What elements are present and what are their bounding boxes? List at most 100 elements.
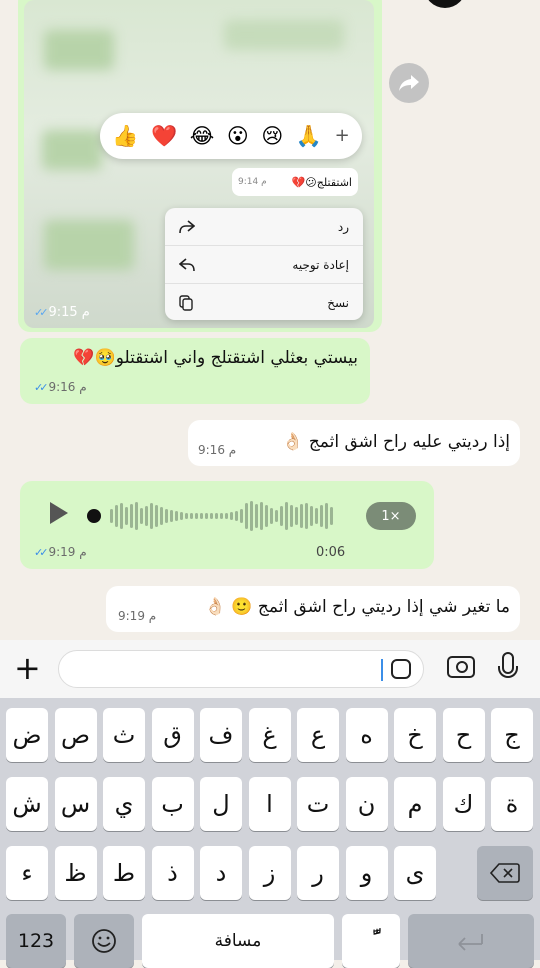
quoted-time: 9:14 م <box>238 177 267 187</box>
waveform-bar <box>245 503 248 529</box>
return-icon <box>458 934 483 951</box>
key-1-6[interactable]: ع <box>297 708 339 762</box>
key-2-4[interactable]: ل <box>200 777 242 831</box>
quoted-message[interactable]: 9:14 م اشتقتلج😕💔 <box>232 168 358 196</box>
key-3-8[interactable]: ى <box>394 846 436 900</box>
waveform-bar <box>160 507 163 525</box>
attach-plus-icon[interactable]: + <box>14 652 41 684</box>
key-3-7[interactable]: و <box>345 846 388 900</box>
forward-button[interactable] <box>389 63 429 103</box>
key-2-10[interactable]: ة <box>491 777 533 831</box>
backspace-key[interactable] <box>477 846 533 900</box>
waveform-bar <box>285 502 288 530</box>
key-1-3[interactable]: ق <box>151 708 194 762</box>
key-2-6[interactable]: ت <box>297 777 339 831</box>
reaction-thumbs-up[interactable]: 👍 <box>112 125 138 147</box>
key-3-0[interactable]: ء <box>6 846 48 900</box>
key-1-4[interactable]: ف <box>200 708 242 762</box>
keyboard: 123 مسافة ًّ ضصثقفغعهخحجشسيبلاتنمكةءظطذد… <box>0 698 540 968</box>
play-icon[interactable] <box>50 502 68 524</box>
waveform-bar <box>330 507 333 525</box>
reaction-heart[interactable]: ❤️ <box>151 125 177 147</box>
reaction-sad[interactable]: 😢 <box>261 125 283 147</box>
key-1-0[interactable]: ض <box>6 708 48 762</box>
waveform-bar <box>280 506 283 526</box>
text-caret <box>381 659 383 681</box>
waveform-bar <box>290 505 293 527</box>
waveform-bar <box>190 513 193 519</box>
key-2-2[interactable]: ي <box>103 777 145 831</box>
waveform-bar <box>305 503 308 529</box>
key-1-1[interactable]: ص <box>54 708 97 762</box>
key-1-9[interactable]: ح <box>442 708 485 762</box>
waveform-bar <box>125 507 128 525</box>
reaction-surprised[interactable]: 😮 <box>227 125 249 147</box>
waveform-bar <box>220 513 223 519</box>
message-input[interactable] <box>58 650 424 688</box>
key-1-2[interactable]: ث <box>103 708 145 762</box>
waveform-bar <box>270 508 273 524</box>
key-2-3[interactable]: ب <box>151 777 194 831</box>
menu-item-forward[interactable]: إعادة توجيه <box>165 246 363 284</box>
key-2-7[interactable]: ن <box>345 777 388 831</box>
waveform-bar <box>140 508 143 524</box>
menu-item-copy[interactable]: نسخ <box>165 284 363 320</box>
waveform-bar <box>135 502 138 530</box>
key-1-8[interactable]: خ <box>394 708 436 762</box>
quoted-text: اشتقتلج😕💔 <box>291 175 352 189</box>
key-2-0[interactable]: ش <box>6 777 48 831</box>
key-1-10[interactable]: ج <box>491 708 533 762</box>
forward-icon <box>399 75 419 91</box>
waveform-bar <box>315 508 318 524</box>
menu-item-label: إعادة توجيه <box>292 257 349 272</box>
waveform-bar <box>155 505 158 527</box>
time-label: 9:16 م <box>48 380 87 394</box>
key-3-5[interactable]: ز <box>248 846 291 900</box>
waveform-bar <box>120 503 123 529</box>
image-message-time: ✓✓ 9:15 م <box>34 305 90 320</box>
waveform-bar <box>115 505 118 527</box>
key-3-6[interactable]: ر <box>297 846 339 900</box>
key-2-1[interactable]: س <box>54 777 97 831</box>
key-3-1[interactable]: ظ <box>54 846 97 900</box>
reaction-pray[interactable]: 🙏 <box>296 125 322 147</box>
menu-item-label: نسخ <box>327 295 349 310</box>
waveform[interactable] <box>110 499 360 533</box>
waveform-bar <box>185 513 188 519</box>
waveform-bar <box>145 506 148 526</box>
reply-icon <box>179 219 195 233</box>
context-menu: رد إعادة توجيه نسخ <box>165 208 363 320</box>
message-time: 9:16 م <box>198 443 237 457</box>
key-1-7[interactable]: ه <box>345 708 388 762</box>
waveform-bar <box>275 510 278 522</box>
key-3-2[interactable]: ط <box>103 846 145 900</box>
waveform-bar <box>265 505 268 527</box>
more-reactions-button[interactable]: + <box>335 127 350 145</box>
avatar[interactable] <box>424 0 466 8</box>
message-time: 9:19 م <box>118 609 157 623</box>
menu-item-reply[interactable]: رد <box>165 208 363 246</box>
waveform-bar <box>240 509 243 523</box>
key-3-4[interactable]: د <box>200 846 242 900</box>
chat-area[interactable]: 👍 ❤️ 😂 😮 😢 🙏 + 9:14 م اشتقتلج😕💔 رد إعادة… <box>0 0 540 640</box>
voice-message-bubble[interactable]: 1× 0:06 ✓✓ 9:19 م <box>20 481 434 569</box>
key-2-5[interactable]: ا <box>248 777 291 831</box>
copy-icon <box>179 294 193 311</box>
camera-icon[interactable] <box>447 656 475 678</box>
message-text: بيستي بعثلي اشتقتلج واني اشتقتلو🥹💔 <box>73 348 358 368</box>
key-1-5[interactable]: غ <box>248 708 291 762</box>
playback-speed-button[interactable]: 1× <box>366 502 416 530</box>
key-2-8[interactable]: م <box>394 777 436 831</box>
sticker-icon[interactable] <box>391 659 411 679</box>
waveform-bar <box>230 512 233 520</box>
key-2-9[interactable]: ك <box>442 777 485 831</box>
forward-icon <box>179 257 195 271</box>
microphone-icon-stand <box>498 666 518 678</box>
emoji-icon <box>92 929 116 953</box>
waveform-bar <box>250 501 253 531</box>
waveform-bar <box>325 503 328 529</box>
reaction-laugh[interactable]: 😂 <box>190 125 215 147</box>
playback-scrubber[interactable] <box>87 509 101 523</box>
key-3-3[interactable]: ذ <box>151 846 194 900</box>
waveform-bar <box>195 513 198 519</box>
